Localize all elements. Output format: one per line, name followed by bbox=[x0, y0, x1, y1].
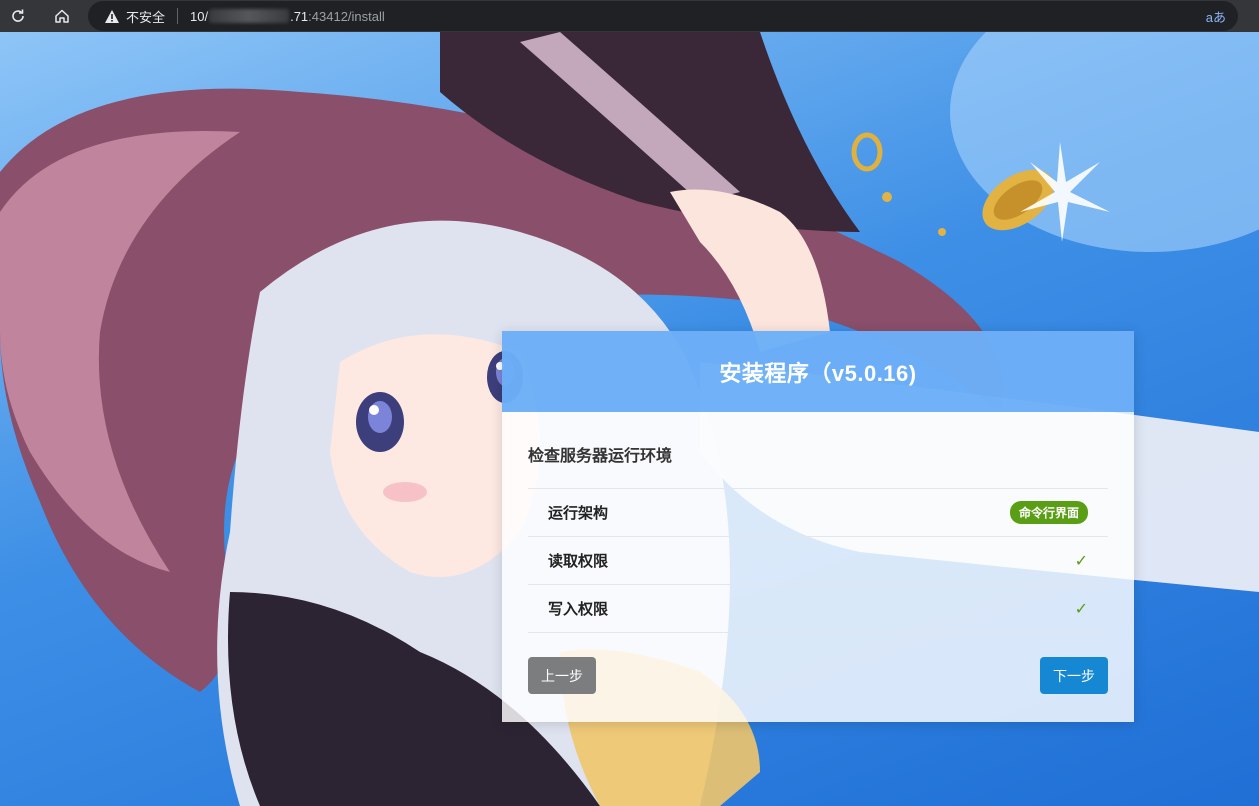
redacted-url-segment bbox=[209, 9, 290, 23]
checkmark-icon: ✓ bbox=[1074, 600, 1088, 618]
checkmark-icon: ✓ bbox=[1074, 552, 1088, 570]
environment-check-table: 运行架构 命令行界面 读取权限 ✓ 写入权限 ✓ bbox=[528, 488, 1108, 633]
status-badge: 命令行界面 bbox=[1009, 501, 1088, 524]
table-row: 写入权限 ✓ bbox=[528, 585, 1108, 633]
section-title: 检查服务器运行环境 bbox=[528, 448, 673, 465]
installer-header: 安装程序（v5.0.16) bbox=[502, 331, 1134, 412]
check-label-read-permission: 读取权限 bbox=[548, 553, 609, 570]
url-prefix: 10/ bbox=[190, 8, 209, 24]
check-label-architecture: 运行架构 bbox=[548, 505, 609, 522]
translate-icon[interactable]: aあ bbox=[1206, 7, 1226, 26]
table-row: 读取权限 ✓ bbox=[528, 537, 1108, 585]
next-step-button[interactable]: 下一步 bbox=[1040, 657, 1108, 694]
check-label-write-permission: 写入权限 bbox=[548, 601, 609, 618]
url-separator bbox=[177, 8, 179, 24]
url-text[interactable]: 10/ .71 :43412/install bbox=[190, 9, 385, 24]
url-path: :43412/install bbox=[308, 8, 385, 24]
warning-icon bbox=[105, 9, 119, 23]
url-host-suffix: .71 bbox=[290, 8, 309, 24]
security-indicator[interactable]: 不安全 bbox=[104, 7, 165, 26]
browser-toolbar: 不安全 10/ .71 :43412/install aあ bbox=[0, 0, 1259, 32]
home-icon[interactable] bbox=[52, 6, 72, 26]
address-bar[interactable]: 不安全 10/ .71 :43412/install aあ bbox=[88, 1, 1238, 31]
table-row: 运行架构 命令行界面 bbox=[528, 489, 1108, 537]
security-label: 不安全 bbox=[126, 9, 166, 25]
previous-step-button[interactable]: 上一步 bbox=[528, 657, 596, 694]
action-bar: 上一步 下一步 bbox=[528, 657, 1108, 694]
reload-icon[interactable] bbox=[8, 6, 28, 26]
installer-title: 安装程序（v5.0.16) bbox=[719, 360, 917, 386]
installer-panel: 安装程序（v5.0.16) 检查服务器运行环境 运行架构 命令行界面 读取权限 … bbox=[502, 331, 1134, 722]
